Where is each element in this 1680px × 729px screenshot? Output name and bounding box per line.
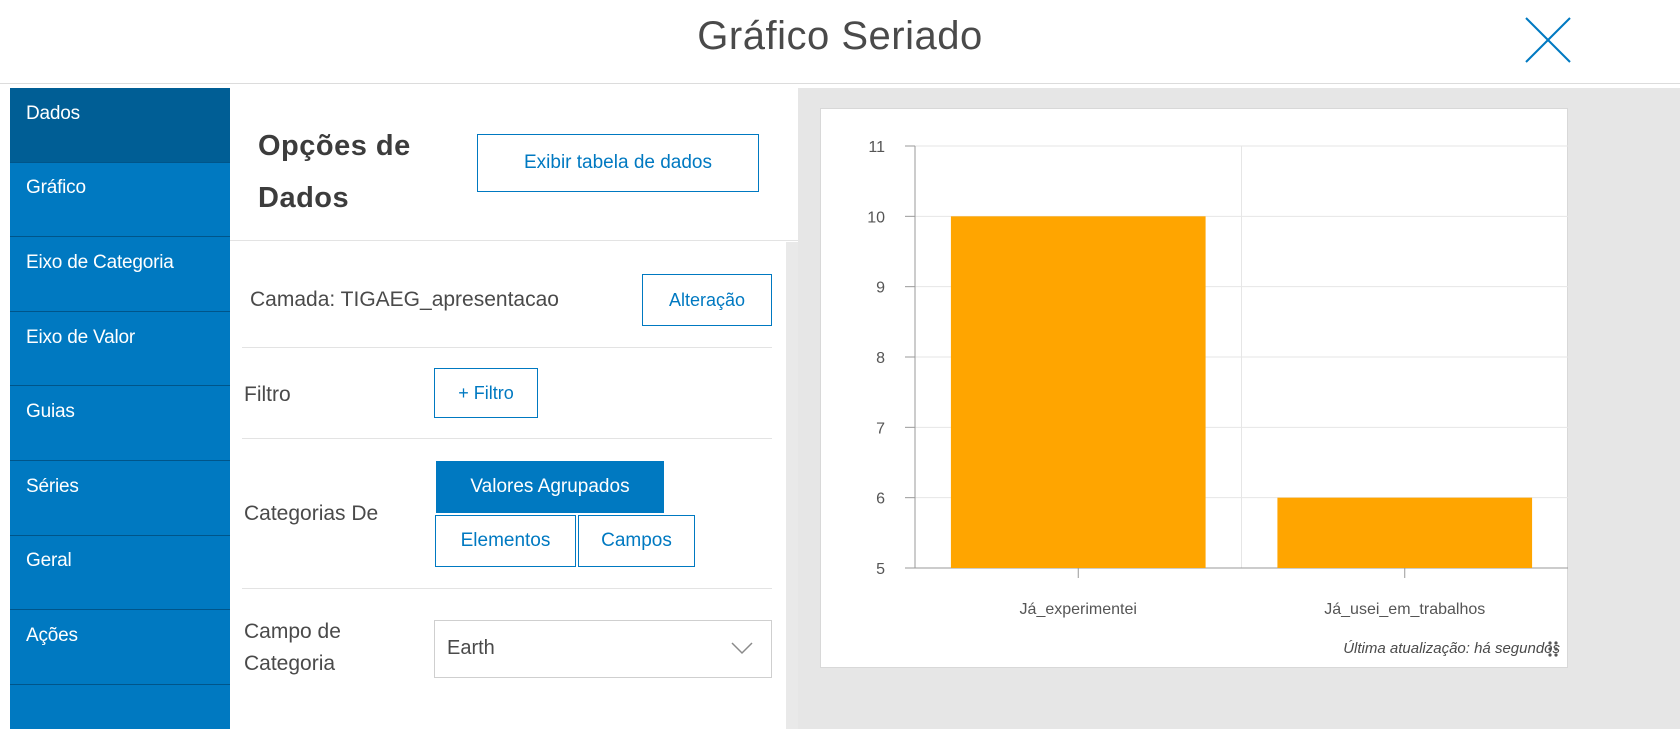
bar[interactable] <box>950 216 1206 568</box>
sidebar-item-series[interactable]: Séries <box>10 461 230 536</box>
bar-chart: 5 6 7 8 9 10 11 Já_experimentei Já_usei_em_traba… <box>867 139 1568 618</box>
y-tick-label: 10 <box>867 209 885 226</box>
dialog-title: Gráfico Seriado <box>697 14 983 58</box>
y-tick-label: 6 <box>876 491 885 508</box>
options-title: Opções de Dados <box>258 130 411 214</box>
categories-from-label: Categorias De <box>244 502 379 525</box>
sidebar-item-grafico[interactable]: Gráfico <box>10 163 230 238</box>
sidebar-item-label: Eixo de Valor <box>26 326 135 348</box>
sidebar-item-geral[interactable]: Geral <box>10 536 230 611</box>
sidebar-item-acoes[interactable]: Ações <box>10 610 230 685</box>
category-field-value: Earth <box>447 637 495 659</box>
divider <box>242 438 772 439</box>
show-data-table-button[interactable]: Exibir tabela de dados <box>477 134 759 192</box>
close-icon[interactable] <box>1518 10 1578 70</box>
bar[interactable] <box>1277 497 1533 568</box>
sidebar-item-dados[interactable]: Dados <box>10 88 230 163</box>
options-scrollbar[interactable] <box>786 242 798 729</box>
x-tick-label: Já_experimentei <box>1020 601 1137 618</box>
category-field-label: Campo de Categoria <box>244 620 341 675</box>
divider <box>242 588 772 589</box>
sidebar-item-label: Geral <box>26 550 72 572</box>
x-tick-label: Já_usei_em_trabalhos <box>1324 601 1485 618</box>
fields-button[interactable]: Campos <box>578 515 695 567</box>
sidebar-item-label: Ações <box>26 624 78 646</box>
chevron-down-icon <box>731 641 753 660</box>
y-tick-label: 11 <box>868 139 885 156</box>
sidebar-item-guias[interactable]: Guias <box>10 386 230 461</box>
filter-label: Filtro <box>244 383 291 406</box>
y-tick-label: 9 <box>876 280 885 297</box>
sidebar-item-eixo-categoria[interactable]: Eixo de Categoria <box>10 237 230 312</box>
sidebar-item-eixo-valor[interactable]: Eixo de Valor <box>10 312 230 387</box>
divider <box>242 347 772 348</box>
more-options-icon[interactable] <box>1547 639 1561 664</box>
features-button[interactable]: Elementos <box>435 515 576 567</box>
sidebar-item-label: Guias <box>26 401 75 423</box>
sidebar-item-label: Séries <box>26 475 79 497</box>
add-filter-button[interactable]: + Filtro <box>434 368 538 418</box>
change-layer-button[interactable]: Alteração <box>642 274 772 326</box>
grouped-values-button[interactable]: Valores Agrupados <box>436 461 664 513</box>
last-updated-text: Última atualização: há segundos <box>1343 640 1560 657</box>
y-tick-label: 5 <box>876 561 885 578</box>
category-field-select[interactable]: Earth <box>434 620 772 678</box>
sidebar: Dados Gráfico Eixo de Categoria Eixo de … <box>10 88 230 729</box>
layer-label: Camada: TIGAEG_apresentacao <box>250 288 559 311</box>
y-tick-label: 7 <box>876 420 885 437</box>
sidebar-item-label: Gráfico <box>26 177 86 199</box>
y-tick-label: 8 <box>876 350 885 367</box>
sidebar-item-label: Eixo de Categoria <box>26 251 174 273</box>
dialog-header: Gráfico Seriado <box>0 0 1680 84</box>
sidebar-item-label: Dados <box>26 102 80 124</box>
